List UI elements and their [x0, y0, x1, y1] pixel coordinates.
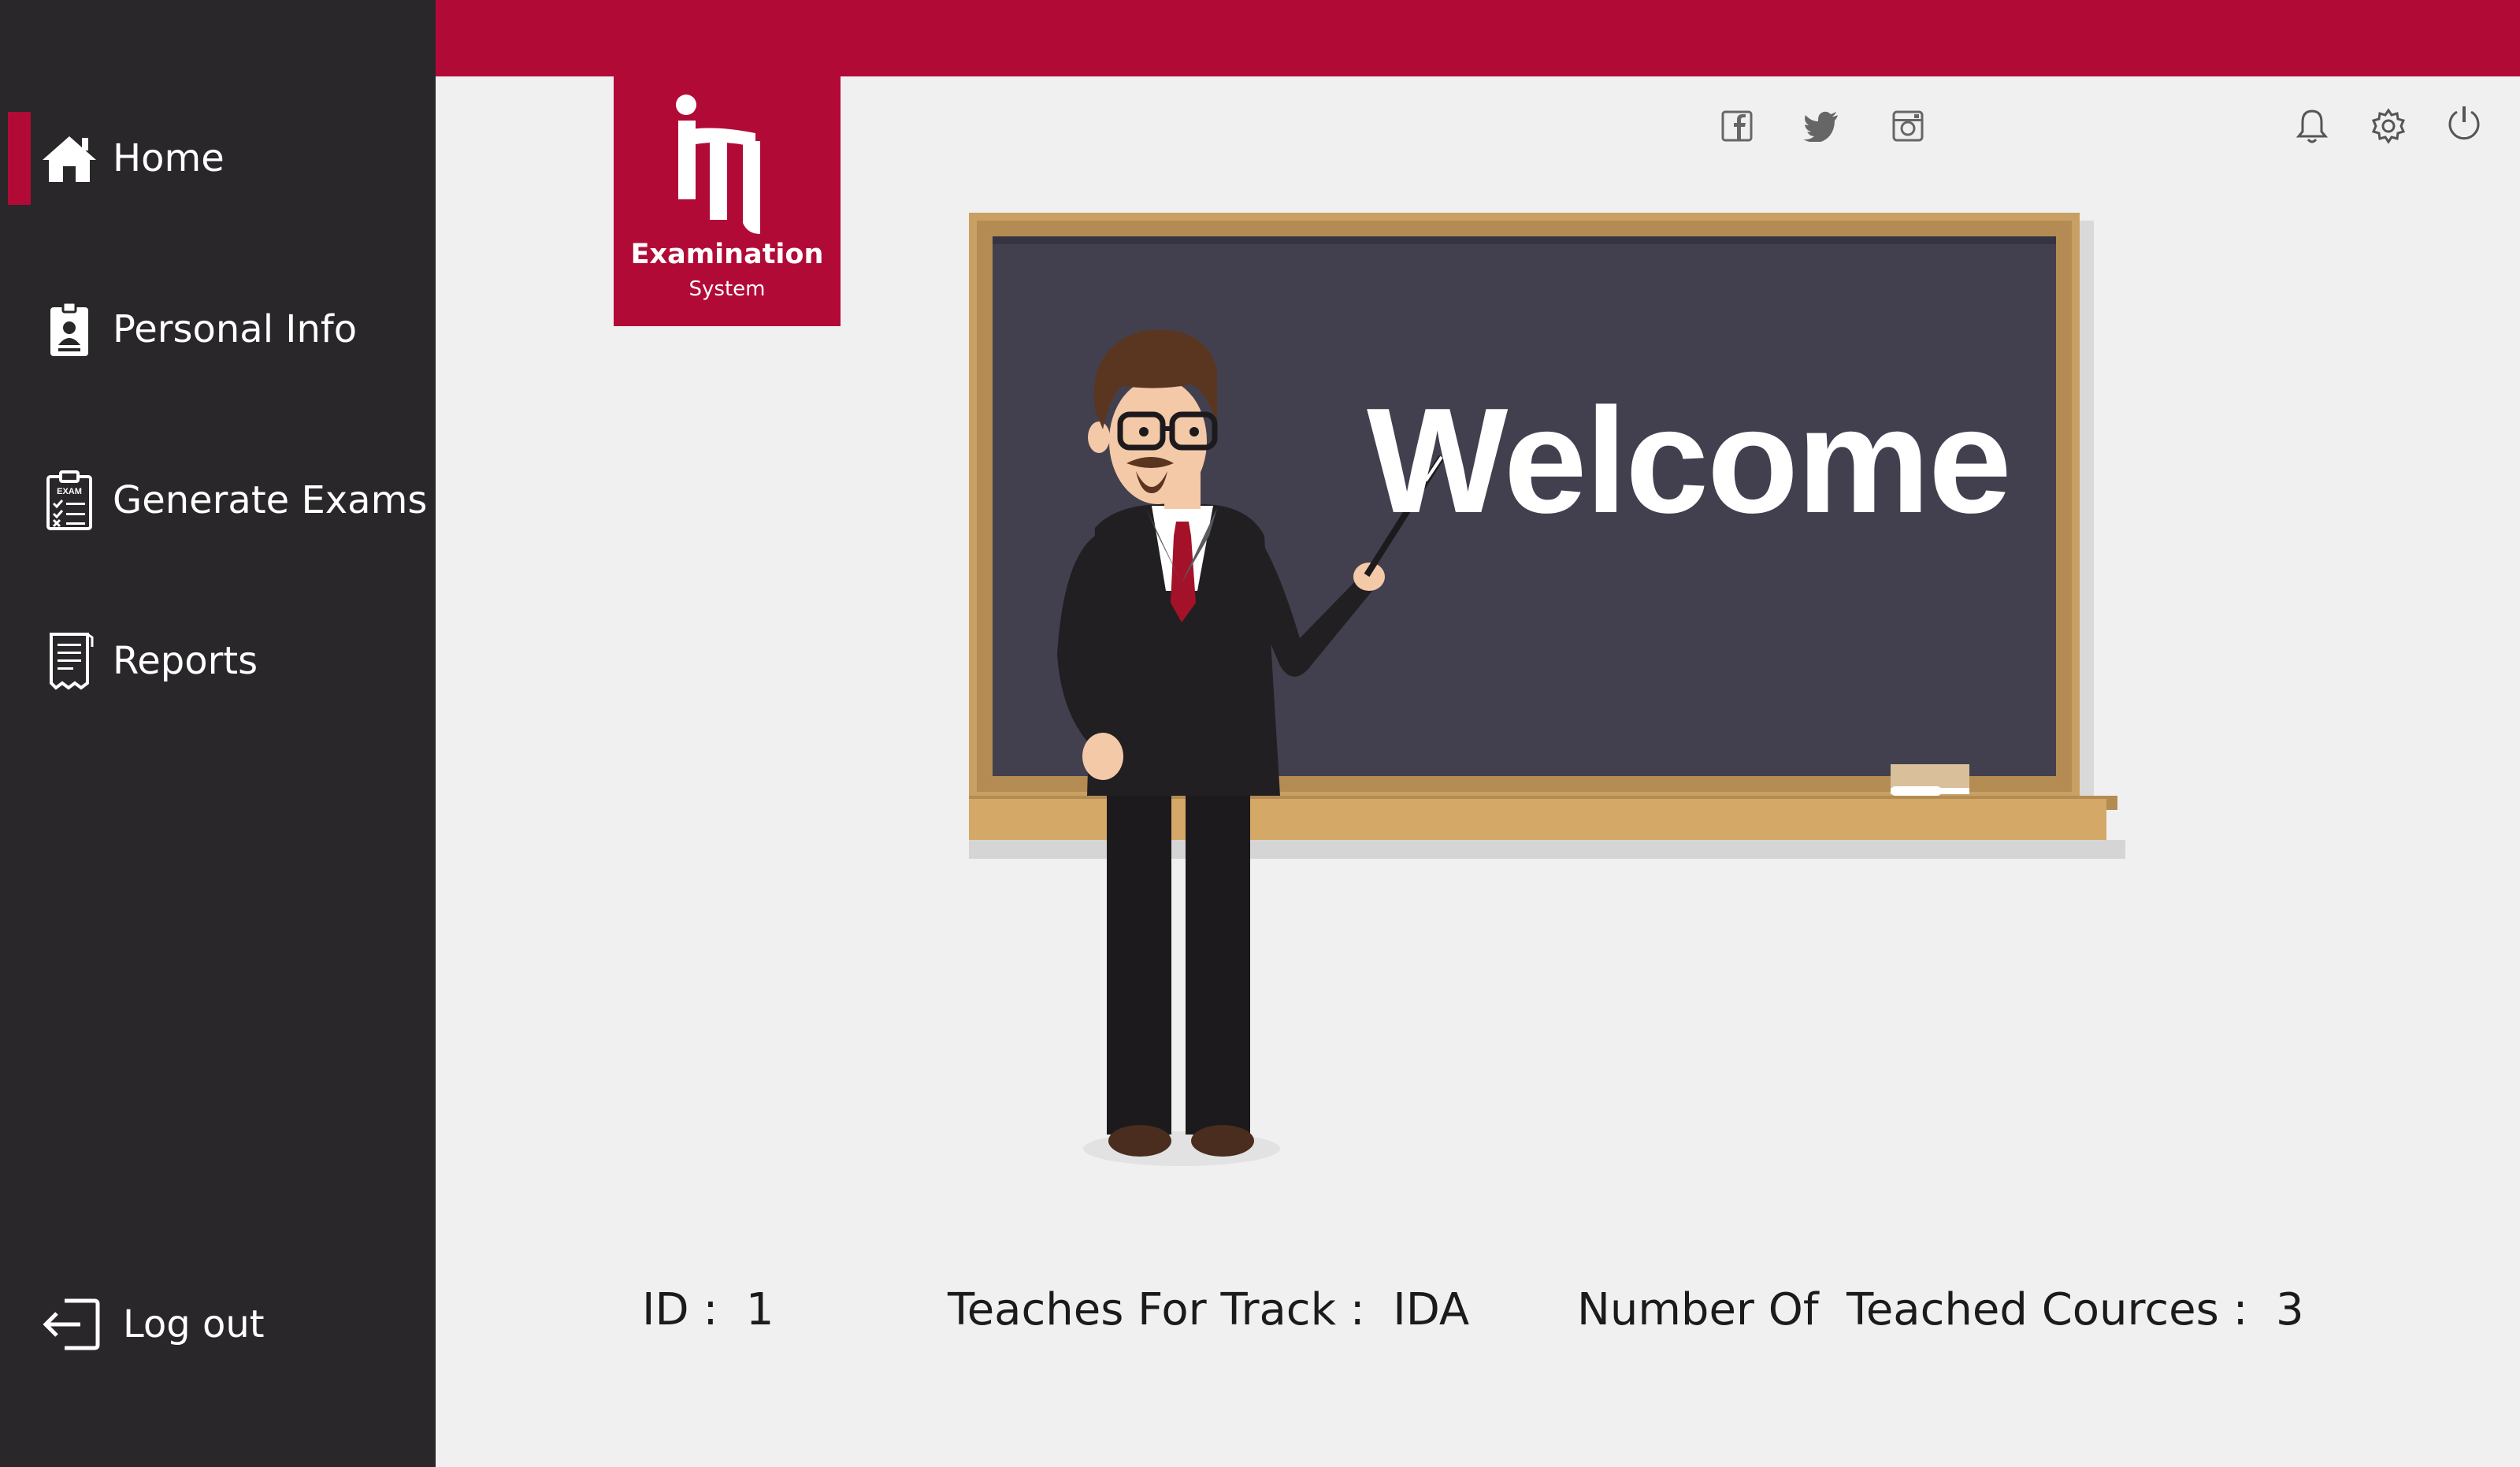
logout-icon	[39, 1293, 102, 1356]
sidebar: Home Personal Info EXAM Generate Exams R…	[0, 0, 436, 1467]
svg-text:EXAM: EXAM	[57, 487, 82, 496]
sidebar-item-label: Personal Info	[113, 307, 358, 351]
logout-label: Log out	[123, 1302, 265, 1346]
logo-subtitle: System	[688, 277, 766, 301]
bell-icon[interactable]	[2288, 102, 2336, 150]
sidebar-item-label: Generate Exams	[113, 478, 428, 522]
power-icon[interactable]	[2440, 99, 2488, 147]
twitter-icon[interactable]	[1798, 102, 1845, 150]
logo-title: Examination	[630, 239, 824, 270]
facebook-icon[interactable]	[1713, 102, 1761, 150]
iti-logo: Examination System	[614, 76, 841, 326]
report-document-icon	[38, 630, 101, 693]
top-bar	[436, 0, 2520, 76]
sidebar-item-home[interactable]: Home	[0, 112, 436, 205]
iti-mark-icon	[676, 95, 760, 234]
active-indicator	[8, 112, 31, 205]
sidebar-item-generate-exams[interactable]: EXAM Generate Exams	[0, 454, 436, 547]
sidebar-item-personal-info[interactable]: Personal Info	[0, 283, 436, 376]
board-welcome-text: Welcome	[1367, 377, 2012, 544]
logout-button[interactable]: Log out	[0, 1278, 436, 1371]
teacher-id: ID : 1	[642, 1284, 774, 1335]
id-card-icon	[38, 298, 101, 361]
instagram-icon[interactable]	[1884, 102, 1932, 150]
teached-courses-count: Number Of Teached Cources : 3	[1577, 1284, 2304, 1335]
teacher-track: Teaches For Track : IDA	[948, 1284, 1470, 1335]
exam-clipboard-icon: EXAM	[38, 469, 101, 532]
sidebar-item-label: Reports	[113, 639, 258, 683]
teacher-chalkboard-illustration	[969, 213, 2125, 1166]
sidebar-item-label: Home	[113, 136, 225, 180]
home-icon	[38, 127, 101, 190]
sidebar-item-reports[interactable]: Reports	[0, 615, 436, 708]
gear-icon[interactable]	[2365, 102, 2412, 150]
